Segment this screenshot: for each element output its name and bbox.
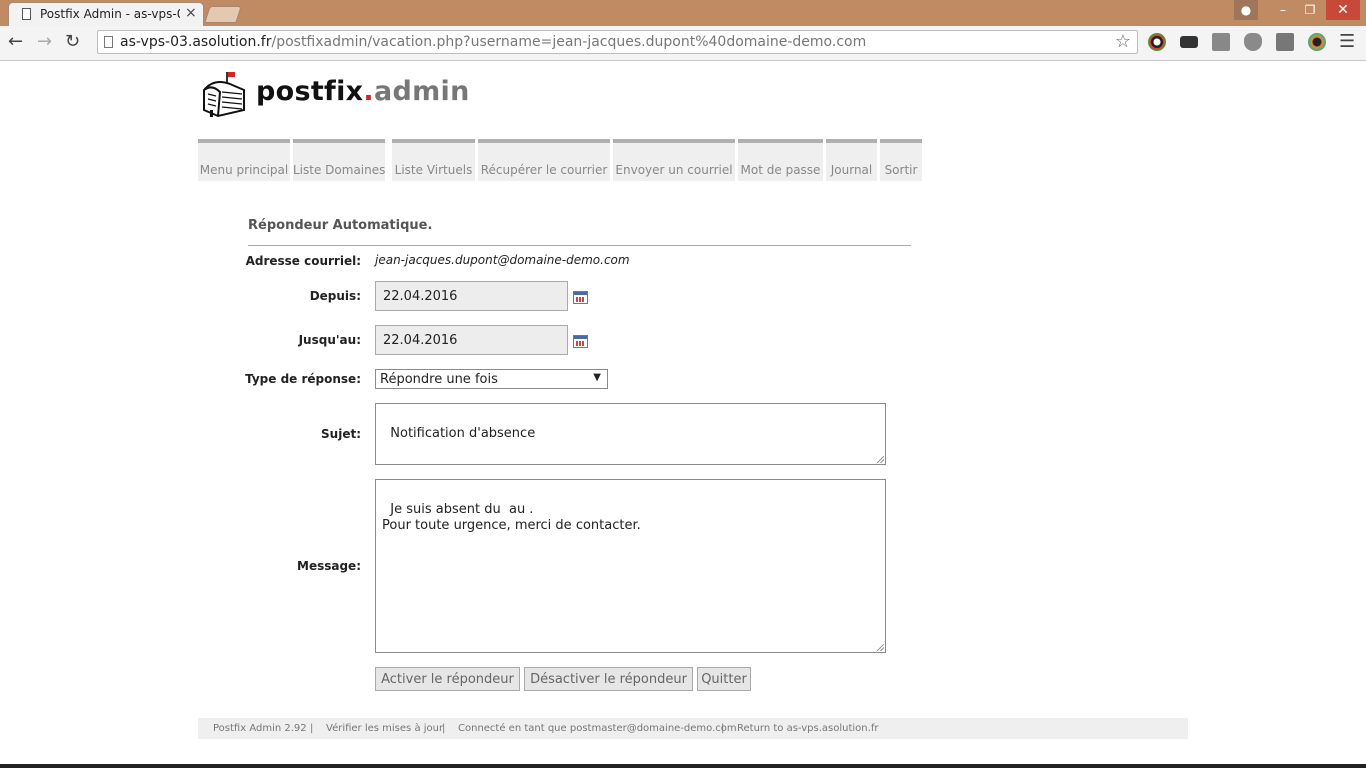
- activate-button[interactable]: Activer le répondeur: [375, 667, 520, 691]
- subject-label: Sujet:: [321, 427, 361, 441]
- until-date-label: Jusqu'au:: [298, 333, 361, 347]
- extension-color-icon[interactable]: [1308, 33, 1326, 51]
- menu-item-log[interactable]: Journal: [826, 139, 877, 181]
- hamburger-menu-icon[interactable]: ☰: [1339, 31, 1355, 52]
- calendar-icon[interactable]: [573, 335, 588, 348]
- browser-titlebar: Postfix Admin - as-vps-03 × ● – ❐ ✕: [0, 0, 1366, 26]
- subject-textarea[interactable]: Notification d'absence: [375, 403, 886, 465]
- reply-type-value: Répondre une fois: [380, 372, 498, 387]
- footer: Postfix Admin 2.92 | Vérifier les mises …: [198, 718, 1188, 739]
- message-text: Je suis absent du au . Pour toute urgenc…: [382, 502, 641, 533]
- maximize-button[interactable]: ❐: [1296, 0, 1324, 20]
- footer-return-link[interactable]: Return to as-vps.asolution.fr: [737, 723, 878, 734]
- address-bar[interactable]: as-vps-03.asolution.fr/postfixadmin/vaca…: [97, 30, 1138, 54]
- resize-handle-icon[interactable]: [877, 456, 884, 463]
- email-value: jean-jacques.dupont@domaine-demo.com: [375, 253, 630, 267]
- menu-item-fetchmail[interactable]: Récupérer le courrier: [478, 139, 610, 181]
- forward-arrow-icon[interactable]: →: [37, 31, 52, 52]
- extension-puzzle-icon[interactable]: [1276, 33, 1294, 51]
- new-tab-button[interactable]: [204, 6, 242, 23]
- menu-item-virtuals[interactable]: Liste Virtuels: [392, 139, 475, 181]
- email-label: Adresse courriel:: [245, 254, 361, 268]
- form-title: Répondeur Automatique.: [248, 218, 433, 233]
- browser-tab[interactable]: Postfix Admin - as-vps-03 ×: [8, 2, 204, 26]
- calendar-icon[interactable]: [573, 291, 588, 304]
- extension-mask-icon[interactable]: [1180, 36, 1198, 48]
- browser-toolbar: ← → ↻ as-vps-03.asolution.fr/postfixadmi…: [0, 26, 1366, 61]
- back-arrow-icon[interactable]: ←: [8, 31, 23, 52]
- url-host: as-vps-03.asolution.fr: [120, 34, 272, 50]
- minimize-button[interactable]: –: [1270, 0, 1296, 20]
- close-window-button[interactable]: ✕: [1326, 0, 1360, 20]
- tab-title: Postfix Admin - as-vps-03: [40, 7, 180, 21]
- deactivate-button[interactable]: Désactiver le répondeur: [524, 667, 693, 691]
- extension-fox-icon[interactable]: [1244, 33, 1262, 51]
- reply-type-select[interactable]: Répondre une fois ▼: [375, 369, 608, 389]
- quit-button[interactable]: Quitter: [697, 667, 751, 691]
- footer-separator: |: [442, 723, 446, 734]
- reply-type-label: Type de réponse:: [245, 372, 361, 386]
- extension-puzzle-icon[interactable]: [1212, 33, 1230, 51]
- menu-item-sendmail[interactable]: Envoyer un courriel: [613, 139, 735, 181]
- bookmark-star-icon[interactable]: ☆: [1115, 31, 1131, 52]
- divider: [248, 245, 911, 246]
- from-date-input[interactable]: 22.04.2016: [375, 281, 568, 311]
- tab-close-icon[interactable]: ×: [185, 5, 197, 21]
- menu-item-main[interactable]: Menu principal: [198, 139, 290, 181]
- page-icon: [22, 8, 31, 20]
- logo-text: postfix.admin: [256, 76, 470, 107]
- reload-icon[interactable]: ↻: [65, 31, 80, 52]
- page-icon: [104, 36, 113, 48]
- footer-version[interactable]: Postfix Admin 2.92: [213, 723, 307, 734]
- message-label: Message:: [297, 559, 361, 573]
- message-textarea[interactable]: Je suis absent du au . Pour toute urgenc…: [375, 479, 886, 653]
- footer-logged-in: Connecté en tant que postmaster@domaine-…: [458, 723, 737, 734]
- mailbox-icon: [203, 72, 245, 118]
- resize-handle-icon[interactable]: [877, 644, 884, 651]
- footer-separator: |: [721, 723, 725, 734]
- menu-item-password[interactable]: Mot de passe: [738, 139, 823, 181]
- footer-separator: |: [310, 723, 314, 734]
- dropdown-arrow-icon: ▼: [593, 372, 601, 383]
- menu-item-logout[interactable]: Sortir: [880, 139, 922, 181]
- until-date-input[interactable]: 22.04.2016: [375, 325, 568, 355]
- menu-item-domains[interactable]: Liste Domaines: [293, 139, 385, 181]
- extension-color-icon[interactable]: [1148, 33, 1166, 51]
- url-text[interactable]: as-vps-03.asolution.fr/postfixadmin/vaca…: [120, 34, 866, 50]
- taskbar-edge: [0, 764, 1366, 768]
- url-path: /postfixadmin/vacation.php?username=jean…: [271, 34, 867, 50]
- footer-check-updates[interactable]: Vérifier les mises à jour: [326, 723, 443, 734]
- user-profile-icon[interactable]: ●: [1234, 0, 1258, 20]
- from-date-label: Depuis:: [309, 289, 361, 303]
- subject-text: Notification d'absence: [390, 426, 536, 441]
